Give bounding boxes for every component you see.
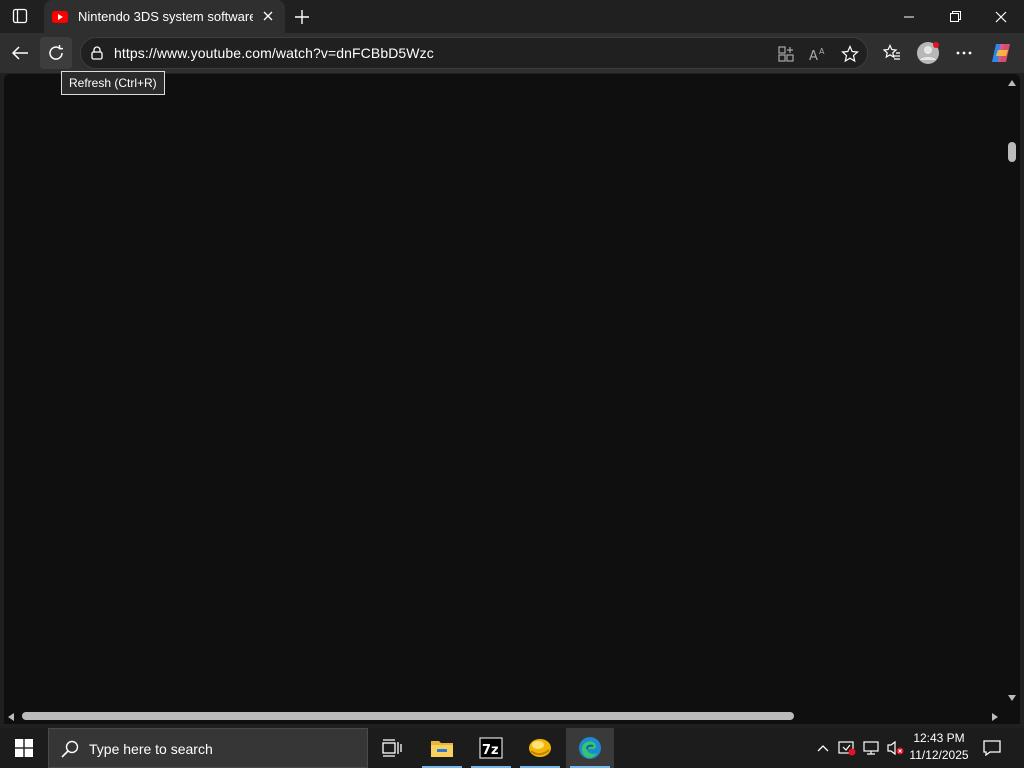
title-bar: Nintendo 3DS system software Hi	[0, 0, 1024, 33]
search-icon	[61, 740, 79, 758]
system-clock[interactable]: 12:43 PM 11/12/2025	[904, 730, 974, 766]
close-window-button[interactable]	[978, 0, 1024, 33]
new-tab-button[interactable]	[291, 6, 313, 28]
7zip-icon[interactable]: 7z	[467, 728, 515, 768]
clock-date: 11/12/2025	[909, 748, 969, 762]
horizontal-scrollbar[interactable]	[4, 709, 1004, 724]
taskbar-search-box[interactable]: Type here to search	[48, 728, 368, 768]
clock-time: 12:43 PM	[913, 731, 965, 745]
url-text[interactable]: https://www.youtube.com/watch?v=dnFCBbD5…	[114, 45, 434, 61]
tab-title: Nintendo 3DS system software Hi	[78, 9, 253, 24]
page-content	[4, 74, 1020, 724]
scroll-right-arrow-icon[interactable]	[992, 713, 998, 721]
copilot-icon[interactable]	[986, 37, 1018, 69]
vertical-scroll-thumb[interactable]	[1008, 142, 1016, 162]
profile-avatar-icon[interactable]	[912, 37, 944, 69]
minimize-button[interactable]	[886, 0, 932, 33]
svg-text:A: A	[819, 47, 825, 56]
tab-youtube[interactable]: Nintendo 3DS system software Hi	[44, 0, 285, 33]
tab-actions-icon[interactable]	[8, 5, 32, 27]
browser-toolbar: https://www.youtube.com/watch?v=dnFCBbD5…	[0, 33, 1024, 73]
refresh-tooltip: Refresh (Ctrl+R)	[61, 71, 165, 95]
windows-start-icon[interactable]	[0, 728, 48, 768]
app-available-icon[interactable]	[776, 44, 796, 64]
network-icon[interactable]	[860, 728, 882, 768]
restore-button[interactable]	[932, 0, 978, 33]
notifications-icon[interactable]	[978, 728, 1006, 768]
scroll-down-arrow-icon[interactable]	[1008, 695, 1016, 701]
horizontal-scroll-thumb[interactable]	[22, 712, 794, 720]
lock-icon[interactable]	[89, 45, 105, 61]
search-placeholder: Type here to search	[89, 741, 213, 757]
read-aloud-icon[interactable]: AA	[808, 44, 828, 64]
youtube-icon	[52, 10, 68, 23]
show-hidden-icons-chevron-icon[interactable]	[812, 728, 834, 768]
scroll-up-arrow-icon[interactable]	[1008, 80, 1016, 86]
refresh-button[interactable]	[40, 37, 72, 69]
taskbar: Type here to search 7z 12:43 PM 11/12/20…	[0, 728, 1024, 768]
vertical-scrollbar[interactable]	[1004, 74, 1020, 709]
security-icon[interactable]	[836, 728, 858, 768]
more-options-icon[interactable]	[948, 37, 980, 69]
task-view-icon[interactable]	[368, 728, 416, 768]
app-icon[interactable]	[516, 728, 564, 768]
svg-text:A: A	[809, 49, 818, 62]
file-explorer-icon[interactable]	[418, 728, 466, 768]
volume-muted-icon[interactable]	[884, 728, 906, 768]
edge-icon[interactable]	[566, 728, 614, 768]
back-button[interactable]	[4, 37, 36, 69]
favorites-icon[interactable]	[876, 37, 908, 69]
svg-text:7z: 7z	[482, 743, 499, 758]
address-bar[interactable]: https://www.youtube.com/watch?v=dnFCBbD5…	[80, 37, 868, 69]
scroll-left-arrow-icon[interactable]	[8, 713, 14, 721]
close-tab-icon[interactable]	[261, 9, 275, 23]
favorite-star-icon[interactable]	[840, 44, 860, 64]
